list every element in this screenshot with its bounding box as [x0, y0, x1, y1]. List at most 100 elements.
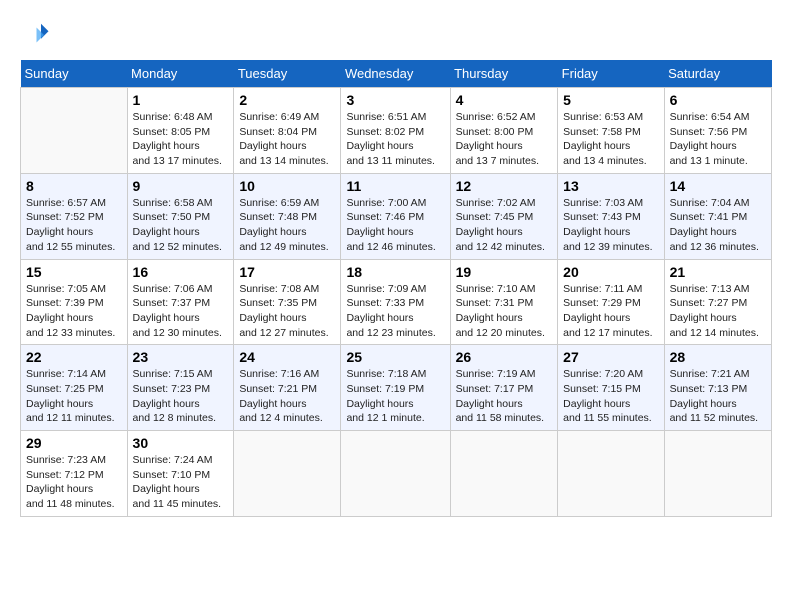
calendar-header: SundayMondayTuesdayWednesdayThursdayFrid…: [21, 60, 772, 88]
calendar-cell: 20 Sunrise: 7:11 AMSunset: 7:29 PMDaylig…: [558, 259, 664, 345]
calendar-cell: 16 Sunrise: 7:06 AMSunset: 7:37 PMDaylig…: [127, 259, 234, 345]
calendar-cell: [664, 431, 771, 517]
sunrise-label: Sunrise: 6:58 AMSunset: 7:50 PMDaylight …: [133, 197, 222, 253]
day-number: 22: [26, 349, 122, 365]
sunrise-label: Sunrise: 7:00 AMSunset: 7:46 PMDaylight …: [346, 197, 435, 253]
sunrise-label: Sunrise: 7:08 AMSunset: 7:35 PMDaylight …: [239, 283, 328, 339]
weekday-header: Thursday: [450, 60, 558, 88]
day-number: 29: [26, 435, 122, 451]
sunrise-label: Sunrise: 7:02 AMSunset: 7:45 PMDaylight …: [456, 197, 545, 253]
sunrise-label: Sunrise: 7:10 AMSunset: 7:31 PMDaylight …: [456, 283, 545, 339]
day-number: 24: [239, 349, 335, 365]
calendar-cell: [341, 431, 450, 517]
day-number: 6: [670, 92, 766, 108]
calendar-table: SundayMondayTuesdayWednesdayThursdayFrid…: [20, 60, 772, 517]
calendar-cell: 5 Sunrise: 6:53 AMSunset: 7:58 PMDayligh…: [558, 88, 664, 174]
calendar-cell: 29 Sunrise: 7:23 AMSunset: 7:12 PMDaylig…: [21, 431, 128, 517]
calendar-week-row: 29 Sunrise: 7:23 AMSunset: 7:12 PMDaylig…: [21, 431, 772, 517]
day-number: 9: [133, 178, 229, 194]
calendar-cell: 24 Sunrise: 7:16 AMSunset: 7:21 PMDaylig…: [234, 345, 341, 431]
calendar-cell: 25 Sunrise: 7:18 AMSunset: 7:19 PMDaylig…: [341, 345, 450, 431]
calendar-cell: 18 Sunrise: 7:09 AMSunset: 7:33 PMDaylig…: [341, 259, 450, 345]
page-header: [20, 20, 772, 50]
sunrise-label: Sunrise: 7:18 AMSunset: 7:19 PMDaylight …: [346, 368, 426, 424]
day-number: 14: [670, 178, 766, 194]
weekday-header: Friday: [558, 60, 664, 88]
day-number: 18: [346, 264, 444, 280]
sunrise-label: Sunrise: 7:11 AMSunset: 7:29 PMDaylight …: [563, 283, 652, 339]
sunrise-label: Sunrise: 6:52 AMSunset: 8:00 PMDaylight …: [456, 111, 539, 167]
sunrise-label: Sunrise: 7:16 AMSunset: 7:21 PMDaylight …: [239, 368, 322, 424]
logo-icon: [20, 20, 50, 50]
weekday-header: Monday: [127, 60, 234, 88]
day-number: 11: [346, 178, 444, 194]
day-number: 1: [133, 92, 229, 108]
sunrise-label: Sunrise: 6:59 AMSunset: 7:48 PMDaylight …: [239, 197, 328, 253]
day-number: 28: [670, 349, 766, 365]
weekday-row: SundayMondayTuesdayWednesdayThursdayFrid…: [21, 60, 772, 88]
calendar-week-row: 8 Sunrise: 6:57 AMSunset: 7:52 PMDayligh…: [21, 173, 772, 259]
sunrise-label: Sunrise: 7:15 AMSunset: 7:23 PMDaylight …: [133, 368, 216, 424]
sunrise-label: Sunrise: 7:06 AMSunset: 7:37 PMDaylight …: [133, 283, 222, 339]
sunrise-label: Sunrise: 6:57 AMSunset: 7:52 PMDaylight …: [26, 197, 115, 253]
calendar-cell: 14 Sunrise: 7:04 AMSunset: 7:41 PMDaylig…: [664, 173, 771, 259]
sunrise-label: Sunrise: 7:13 AMSunset: 7:27 PMDaylight …: [670, 283, 759, 339]
sunrise-label: Sunrise: 7:09 AMSunset: 7:33 PMDaylight …: [346, 283, 435, 339]
calendar-cell: 21 Sunrise: 7:13 AMSunset: 7:27 PMDaylig…: [664, 259, 771, 345]
calendar-cell: 26 Sunrise: 7:19 AMSunset: 7:17 PMDaylig…: [450, 345, 558, 431]
calendar-cell: 28 Sunrise: 7:21 AMSunset: 7:13 PMDaylig…: [664, 345, 771, 431]
sunrise-label: Sunrise: 7:05 AMSunset: 7:39 PMDaylight …: [26, 283, 115, 339]
calendar-week-row: 1 Sunrise: 6:48 AMSunset: 8:05 PMDayligh…: [21, 88, 772, 174]
calendar-cell: 13 Sunrise: 7:03 AMSunset: 7:43 PMDaylig…: [558, 173, 664, 259]
calendar-cell: 10 Sunrise: 6:59 AMSunset: 7:48 PMDaylig…: [234, 173, 341, 259]
calendar-cell: [234, 431, 341, 517]
calendar-cell: 6 Sunrise: 6:54 AMSunset: 7:56 PMDayligh…: [664, 88, 771, 174]
calendar-cell: 12 Sunrise: 7:02 AMSunset: 7:45 PMDaylig…: [450, 173, 558, 259]
day-number: 4: [456, 92, 553, 108]
sunrise-label: Sunrise: 7:20 AMSunset: 7:15 PMDaylight …: [563, 368, 652, 424]
calendar-cell: 4 Sunrise: 6:52 AMSunset: 8:00 PMDayligh…: [450, 88, 558, 174]
day-number: 15: [26, 264, 122, 280]
sunrise-label: Sunrise: 7:14 AMSunset: 7:25 PMDaylight …: [26, 368, 115, 424]
sunrise-label: Sunrise: 7:24 AMSunset: 7:10 PMDaylight …: [133, 454, 222, 510]
calendar-body: 1 Sunrise: 6:48 AMSunset: 8:05 PMDayligh…: [21, 88, 772, 517]
weekday-header: Tuesday: [234, 60, 341, 88]
day-number: 13: [563, 178, 658, 194]
sunrise-label: Sunrise: 7:03 AMSunset: 7:43 PMDaylight …: [563, 197, 652, 253]
calendar-cell: 19 Sunrise: 7:10 AMSunset: 7:31 PMDaylig…: [450, 259, 558, 345]
calendar-cell: 2 Sunrise: 6:49 AMSunset: 8:04 PMDayligh…: [234, 88, 341, 174]
day-number: 12: [456, 178, 553, 194]
weekday-header: Sunday: [21, 60, 128, 88]
day-number: 2: [239, 92, 335, 108]
weekday-header: Saturday: [664, 60, 771, 88]
calendar-cell: 27 Sunrise: 7:20 AMSunset: 7:15 PMDaylig…: [558, 345, 664, 431]
sunrise-label: Sunrise: 6:54 AMSunset: 7:56 PMDaylight …: [670, 111, 750, 167]
calendar-cell: 17 Sunrise: 7:08 AMSunset: 7:35 PMDaylig…: [234, 259, 341, 345]
sunrise-label: Sunrise: 6:48 AMSunset: 8:05 PMDaylight …: [133, 111, 222, 167]
day-number: 25: [346, 349, 444, 365]
logo: [20, 20, 54, 50]
day-number: 10: [239, 178, 335, 194]
day-number: 20: [563, 264, 658, 280]
day-number: 8: [26, 178, 122, 194]
calendar-week-row: 22 Sunrise: 7:14 AMSunset: 7:25 PMDaylig…: [21, 345, 772, 431]
day-number: 26: [456, 349, 553, 365]
sunrise-label: Sunrise: 6:51 AMSunset: 8:02 PMDaylight …: [346, 111, 435, 167]
calendar-cell: 11 Sunrise: 7:00 AMSunset: 7:46 PMDaylig…: [341, 173, 450, 259]
day-number: 16: [133, 264, 229, 280]
calendar-cell: 23 Sunrise: 7:15 AMSunset: 7:23 PMDaylig…: [127, 345, 234, 431]
sunrise-label: Sunrise: 7:23 AMSunset: 7:12 PMDaylight …: [26, 454, 115, 510]
calendar-cell: [558, 431, 664, 517]
calendar-cell: 9 Sunrise: 6:58 AMSunset: 7:50 PMDayligh…: [127, 173, 234, 259]
day-number: 23: [133, 349, 229, 365]
weekday-header: Wednesday: [341, 60, 450, 88]
calendar-cell: 30 Sunrise: 7:24 AMSunset: 7:10 PMDaylig…: [127, 431, 234, 517]
calendar-cell: 3 Sunrise: 6:51 AMSunset: 8:02 PMDayligh…: [341, 88, 450, 174]
calendar-cell: 1 Sunrise: 6:48 AMSunset: 8:05 PMDayligh…: [127, 88, 234, 174]
day-number: 19: [456, 264, 553, 280]
calendar-cell: [21, 88, 128, 174]
calendar-cell: 8 Sunrise: 6:57 AMSunset: 7:52 PMDayligh…: [21, 173, 128, 259]
sunrise-label: Sunrise: 6:49 AMSunset: 8:04 PMDaylight …: [239, 111, 328, 167]
day-number: 30: [133, 435, 229, 451]
calendar-cell: 15 Sunrise: 7:05 AMSunset: 7:39 PMDaylig…: [21, 259, 128, 345]
